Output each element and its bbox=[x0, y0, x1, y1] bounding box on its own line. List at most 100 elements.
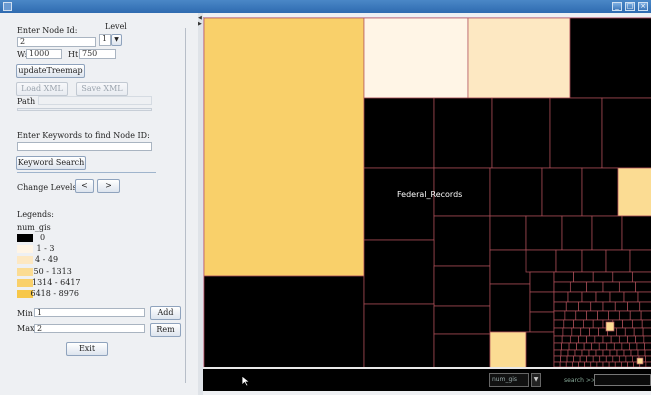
treemap-cell[interactable] bbox=[601, 97, 651, 169]
treemap-cell[interactable] bbox=[621, 215, 651, 251]
treemap-cell[interactable] bbox=[637, 349, 646, 357]
treemap-cell[interactable] bbox=[433, 265, 491, 307]
treemap-cell[interactable] bbox=[598, 342, 608, 351]
next-level-button[interactable]: > bbox=[97, 179, 120, 193]
treemap-cell[interactable] bbox=[553, 349, 562, 357]
treemap-cell[interactable] bbox=[553, 342, 562, 351]
treemap-cell[interactable] bbox=[644, 349, 651, 357]
treemap-cell[interactable] bbox=[623, 349, 632, 357]
treemap-cell[interactable] bbox=[613, 342, 623, 351]
treemap-cell[interactable] bbox=[529, 271, 555, 293]
treemap-cell[interactable] bbox=[553, 291, 569, 303]
treemap-cell[interactable] bbox=[586, 335, 596, 344]
treemap-cell[interactable] bbox=[635, 281, 651, 293]
treemap-cell[interactable] bbox=[574, 349, 583, 357]
treemap-cell[interactable] bbox=[564, 310, 577, 321]
treemap-cell[interactable] bbox=[612, 271, 633, 283]
treemap-cell[interactable] bbox=[597, 310, 609, 321]
treemap-cell[interactable] bbox=[525, 215, 563, 251]
treemap-cell[interactable] bbox=[625, 355, 633, 363]
treemap-cell[interactable] bbox=[591, 215, 623, 251]
treemap-cell[interactable] bbox=[204, 275, 365, 367]
treemap-cell[interactable] bbox=[602, 335, 612, 344]
level-select[interactable]: 1 bbox=[99, 34, 111, 46]
treemap-cell[interactable] bbox=[525, 331, 555, 367]
treemap-cell[interactable] bbox=[623, 291, 639, 303]
metric-dropdown-button[interactable]: ▼ bbox=[531, 373, 541, 387]
min-input[interactable]: 1 bbox=[34, 308, 145, 317]
treemap-cell[interactable] bbox=[592, 271, 614, 283]
prev-level-button[interactable]: < bbox=[75, 179, 94, 193]
treemap-cell[interactable] bbox=[433, 97, 493, 169]
treemap-cell[interactable] bbox=[573, 319, 584, 329]
node-id-input[interactable]: 2 bbox=[17, 37, 96, 47]
treemap-cell[interactable] bbox=[602, 281, 620, 293]
treemap-area[interactable]: Federal_Records bbox=[203, 17, 651, 367]
treemap-cell[interactable] bbox=[605, 321, 615, 332]
treemap-cell[interactable] bbox=[561, 215, 593, 251]
treemap-cell[interactable] bbox=[567, 291, 583, 303]
treemap-cell[interactable] bbox=[581, 167, 619, 217]
treemap-cell[interactable] bbox=[632, 319, 643, 329]
treemap-cell[interactable] bbox=[633, 327, 644, 337]
treemap-cell[interactable] bbox=[605, 249, 631, 273]
treemap-cell[interactable] bbox=[641, 319, 651, 329]
treemap-cell[interactable] bbox=[553, 355, 561, 363]
treemap-cell[interactable] bbox=[553, 327, 564, 337]
treemap-cell[interactable] bbox=[581, 349, 590, 357]
treemap-cell[interactable] bbox=[541, 167, 583, 217]
treemap-cell[interactable] bbox=[589, 327, 599, 337]
treemap-cell[interactable] bbox=[617, 167, 651, 217]
treemap-cell[interactable] bbox=[433, 305, 491, 335]
treemap-cell[interactable] bbox=[573, 355, 581, 363]
treemap-cell[interactable] bbox=[560, 349, 569, 357]
treemap-cell[interactable] bbox=[363, 97, 435, 169]
treemap-cell[interactable] bbox=[561, 335, 571, 344]
height-input[interactable]: 750 bbox=[79, 49, 116, 59]
keyword-search-button[interactable]: Keyword Search bbox=[16, 156, 86, 170]
treemap-cell[interactable] bbox=[616, 327, 626, 337]
treemap-cell[interactable] bbox=[583, 342, 593, 351]
treemap-cell[interactable] bbox=[636, 342, 645, 351]
treemap-cell[interactable] bbox=[581, 291, 597, 303]
treemap-cell[interactable] bbox=[618, 355, 627, 363]
treemap-cell[interactable] bbox=[592, 319, 604, 329]
rem-button[interactable]: Rem bbox=[150, 323, 181, 337]
treemap-cell[interactable] bbox=[616, 349, 625, 357]
width-input[interactable]: 1000 bbox=[26, 49, 62, 59]
treemap-cell[interactable] bbox=[489, 167, 543, 217]
treemap-cell[interactable] bbox=[629, 342, 638, 351]
treemap-cell[interactable] bbox=[595, 291, 611, 303]
add-button[interactable]: Add bbox=[150, 306, 181, 320]
treemap-cell[interactable] bbox=[635, 335, 645, 344]
treemap-cell[interactable] bbox=[491, 97, 551, 169]
treemap-cell[interactable] bbox=[578, 335, 588, 344]
treemap-cell[interactable] bbox=[549, 97, 603, 169]
treemap-cell[interactable] bbox=[643, 335, 651, 344]
treemap-cell[interactable] bbox=[588, 349, 597, 357]
treemap-cell[interactable] bbox=[639, 301, 651, 312]
treemap-cell[interactable] bbox=[637, 291, 651, 303]
treemap-cell[interactable] bbox=[553, 271, 574, 283]
treemap-cell[interactable] bbox=[591, 342, 600, 351]
keywords-input[interactable] bbox=[17, 142, 152, 151]
treemap-cell[interactable] bbox=[567, 349, 576, 357]
treemap-cell[interactable] bbox=[609, 291, 625, 303]
treemap-cell[interactable] bbox=[553, 281, 571, 293]
treemap-cell[interactable] bbox=[621, 342, 630, 351]
treemap-cell[interactable] bbox=[610, 335, 620, 344]
treemap-cell[interactable] bbox=[489, 249, 531, 285]
treemap-cell[interactable] bbox=[529, 311, 555, 333]
treemap-cell[interactable] bbox=[586, 310, 598, 321]
treemap-cell[interactable] bbox=[629, 310, 642, 321]
treemap-cell[interactable] bbox=[618, 335, 628, 344]
treemap-cell[interactable] bbox=[602, 349, 611, 357]
treemap-cell[interactable] bbox=[627, 335, 637, 344]
treemap-cell[interactable] bbox=[642, 327, 651, 337]
treemap-cell[interactable] bbox=[579, 355, 588, 363]
treemap-cell[interactable] bbox=[363, 167, 435, 241]
treemap-cell[interactable] bbox=[553, 310, 566, 321]
treemap-cell[interactable] bbox=[573, 271, 594, 283]
metric-select[interactable]: num_gis bbox=[489, 373, 529, 387]
exit-button[interactable]: Exit bbox=[66, 342, 108, 356]
